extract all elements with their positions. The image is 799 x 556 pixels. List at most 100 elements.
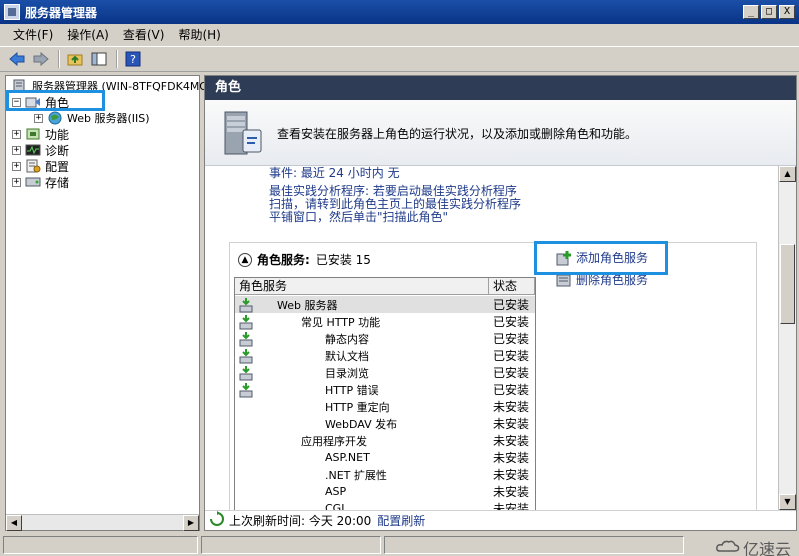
collapse-section-icon[interactable]: ▲ [238,252,252,267]
tree-item-diagnostics[interactable]: + 诊断 [12,142,69,158]
expand-icon[interactable]: + [12,161,21,171]
refresh-bar: 上次刷新时间: 今天 20:00 配置刷新 [205,510,796,530]
diagnostics-icon [25,143,41,157]
tree-item-storage[interactable]: + 存储 [12,174,69,190]
installed-icon [239,365,253,381]
expand-icon[interactable]: + [12,177,21,187]
toolbar-separator [58,50,60,68]
role-service-name: WebDAV 发布 [325,417,398,431]
features-icon [25,127,41,141]
role-service-status: 未安装 [493,400,530,414]
role-service-name: 默认文档 [325,349,369,363]
column-role-service[interactable]: 角色服务 [235,278,489,294]
watermark: 亿速云 [716,536,791,556]
status-cell-left [3,536,198,554]
window-title: 服务器管理器 [25,5,98,20]
expand-icon[interactable]: + [12,129,21,139]
navigation-tree[interactable]: 服务器管理器 (WIN-8TFQFDK4MO − 角色 + Web 服务器(II… [5,75,208,531]
installed-icon [239,348,253,364]
maximize-button[interactable]: □ [761,5,777,19]
close-button[interactable]: X [779,5,795,19]
status-bar [0,534,799,556]
role-service-name: Web 服务器 [277,298,338,312]
table-row[interactable]: Web 服务器 已安装 [235,296,535,313]
svg-text:?: ? [130,53,136,66]
tree-item-storage-label: 存储 [45,175,70,190]
scroll-down-arrow-icon[interactable]: ▼ [779,494,796,510]
installed-icon [239,331,253,347]
table-row[interactable]: 目录浏览 已安装 [235,364,535,381]
table-row[interactable]: 应用程序开发 未安装 [235,432,535,449]
up-folder-icon[interactable] [64,48,86,70]
menu-action[interactable]: 操作(A) [60,25,116,45]
configure-refresh-link[interactable]: 配置刷新 [377,512,425,529]
roles-banner: 查看安装在服务器上角色的运行状况，以及添加或删除角色和功能。 [205,100,796,166]
scroll-thumb[interactable] [780,244,795,324]
role-service-status: 未安装 [493,468,530,482]
table-row[interactable]: 静态内容 已安装 [235,330,535,347]
role-service-status: 未安装 [493,417,530,431]
horizontal-scrollbar[interactable]: ◀ ▶ [6,514,199,531]
pane-title: 角色 [205,76,796,100]
role-service-name: 静态内容 [325,332,369,346]
toolbar: ? [0,46,799,72]
role-service-status: 已安装 [493,366,530,380]
table-row[interactable]: .NET 扩展性 未安装 [235,466,535,483]
minimize-button[interactable]: _ [743,5,759,19]
cloud-logo-icon [716,538,740,556]
role-services-header: ▲ 角色服务: 已安装 15 [238,251,371,268]
tree-item-config-label: 配置 [45,159,70,174]
role-service-name: ASP [325,485,347,498]
menu-view[interactable]: 查看(V) [116,25,172,45]
watermark-text: 亿速云 [742,540,791,556]
role-service-name: HTTP 错误 [325,383,379,397]
table-row[interactable]: WebDAV 发布 未安装 [235,415,535,432]
role-service-name: 应用程序开发 [301,434,367,448]
installed-icon [239,382,253,398]
table-header: 角色服务 状态 [235,278,535,295]
menu-file[interactable]: 文件(F) [6,25,60,45]
scroll-right-arrow-icon[interactable]: ▶ [183,515,199,531]
scroll-up-arrow-icon[interactable]: ▲ [779,166,796,182]
help-icon[interactable]: ? [122,48,144,70]
table-row[interactable]: ASP 未安装 [235,483,535,500]
role-service-status: 未安装 [493,451,530,465]
forward-arrow-icon[interactable] [30,48,52,70]
vertical-scrollbar[interactable]: ▲ ▼ [778,166,796,510]
installed-icon [239,314,253,330]
title-bar: 服务器管理器 _ □ X [0,0,799,24]
role-service-name: 常见 HTTP 功能 [301,315,381,329]
scroll-left-arrow-icon[interactable]: ◀ [6,515,22,531]
table-row[interactable]: CGI 未安装 [235,500,535,510]
role-service-name: CGI [325,502,345,510]
role-service-name: ASP.NET [325,451,370,464]
table-row[interactable]: 默认文档 已安装 [235,347,535,364]
table-row[interactable]: ASP.NET 未安装 [235,449,535,466]
tree-item-web-server[interactable]: + Web 服务器(IIS) [34,110,150,126]
table-row[interactable]: HTTP 重定向 未安装 [235,398,535,415]
highlight-add-role-services-box [534,241,668,275]
show-hide-tree-icon[interactable] [88,48,110,70]
menu-bar: 文件(F) 操作(A) 查看(V) 帮助(H) [0,24,799,46]
role-service-status: 未安装 [493,485,530,499]
menu-help[interactable]: 帮助(H) [171,25,227,45]
tree-item-features[interactable]: + 功能 [12,126,69,142]
role-service-status: 已安装 [493,298,530,312]
role-service-status: 已安装 [493,349,530,363]
table-row[interactable]: 常见 HTTP 功能 已安装 [235,313,535,330]
highlight-roles-box [6,90,105,111]
expand-icon[interactable]: + [12,145,21,155]
back-arrow-icon[interactable] [6,48,28,70]
bpa-line-3: 平铺窗口，然后单击"扫描此角色" [269,210,449,224]
status-cell-right [384,536,684,554]
tree-item-diagnostics-label: 诊断 [45,143,70,158]
banner-description: 查看安装在服务器上角色的运行状况，以及添加或删除角色和功能。 [277,127,638,141]
details-pane: 角色 查看安装在服务器上角色的运行状况，以及添加或删除角色和功能。 事件: 最近… [204,75,797,531]
column-status[interactable]: 状态 [489,278,535,294]
tree-item-config[interactable]: + 配置 [12,158,69,174]
expand-icon[interactable]: + [34,113,43,123]
table-row[interactable]: HTTP 错误 已安装 [235,381,535,398]
installed-icon [239,297,253,313]
role-services-table[interactable]: 角色服务 状态 Web 服务器 已安装 常见 HTTP 功能 已安装 静态内容 已安装 默认… [234,277,536,510]
config-icon [25,159,41,173]
